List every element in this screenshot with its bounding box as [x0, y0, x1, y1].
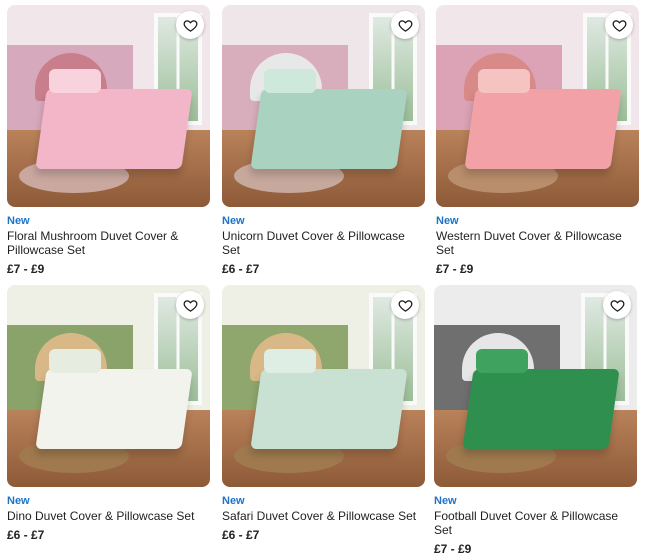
new-badge: New [7, 215, 30, 227]
product-card[interactable]: New Floral Mushroom Duvet Cover & Pillow… [7, 5, 210, 276]
product-price: £7 - £9 [434, 542, 472, 556]
product-price: £7 - £9 [7, 262, 45, 276]
heart-outline-icon [183, 19, 197, 32]
product-image[interactable] [7, 285, 210, 487]
product-card[interactable]: New Safari Duvet Cover & Pillowcase Set … [222, 285, 425, 542]
pillowcase [264, 69, 316, 93]
new-badge: New [434, 495, 457, 507]
product-grid: New Floral Mushroom Duvet Cover & Pillow… [0, 0, 650, 560]
heart-outline-icon [398, 19, 412, 32]
product-card[interactable]: New Western Duvet Cover & Pillowcase Set… [436, 5, 639, 276]
product-title[interactable]: Safari Duvet Cover & Pillowcase Set [222, 509, 425, 523]
new-badge: New [222, 215, 245, 227]
product-image[interactable] [7, 5, 210, 207]
product-price: £6 - £7 [222, 528, 260, 542]
product-title[interactable]: Western Duvet Cover & Pillowcase Set [436, 229, 639, 257]
product-title[interactable]: Floral Mushroom Duvet Cover & Pillowcase… [7, 229, 210, 257]
pillowcase [478, 69, 530, 93]
wishlist-button[interactable] [176, 291, 204, 319]
duvet-cover [35, 369, 193, 449]
pillowcase [264, 349, 316, 373]
pillowcase [476, 349, 528, 373]
product-title[interactable]: Dino Duvet Cover & Pillowcase Set [7, 509, 210, 523]
duvet-cover [462, 369, 620, 449]
product-title[interactable]: Football Duvet Cover & Pillowcase Set [434, 509, 637, 537]
wishlist-button[interactable] [176, 11, 204, 39]
product-price: £6 - £7 [222, 262, 260, 276]
heart-outline-icon [183, 299, 197, 312]
product-image[interactable] [222, 285, 425, 487]
product-price: £6 - £7 [7, 528, 45, 542]
pillowcase [49, 69, 101, 93]
heart-outline-icon [612, 19, 626, 32]
new-badge: New [7, 495, 30, 507]
product-image[interactable] [434, 285, 637, 487]
product-image[interactable] [222, 5, 425, 207]
product-card[interactable]: New Dino Duvet Cover & Pillowcase Set £6… [7, 285, 210, 542]
new-badge: New [436, 215, 459, 227]
heart-outline-icon [610, 299, 624, 312]
pillowcase [49, 349, 101, 373]
product-card[interactable]: New Football Duvet Cover & Pillowcase Se… [434, 285, 637, 556]
duvet-cover [35, 89, 193, 169]
new-badge: New [222, 495, 245, 507]
product-card[interactable]: New Unicorn Duvet Cover & Pillowcase Set… [222, 5, 425, 276]
duvet-cover [464, 89, 622, 169]
duvet-cover [250, 89, 408, 169]
product-image[interactable] [436, 5, 639, 207]
duvet-cover [250, 369, 408, 449]
wishlist-button[interactable] [391, 291, 419, 319]
wishlist-button[interactable] [391, 11, 419, 39]
product-title[interactable]: Unicorn Duvet Cover & Pillowcase Set [222, 229, 425, 257]
wishlist-button[interactable] [605, 11, 633, 39]
heart-outline-icon [398, 299, 412, 312]
product-price: £7 - £9 [436, 262, 474, 276]
wishlist-button[interactable] [603, 291, 631, 319]
